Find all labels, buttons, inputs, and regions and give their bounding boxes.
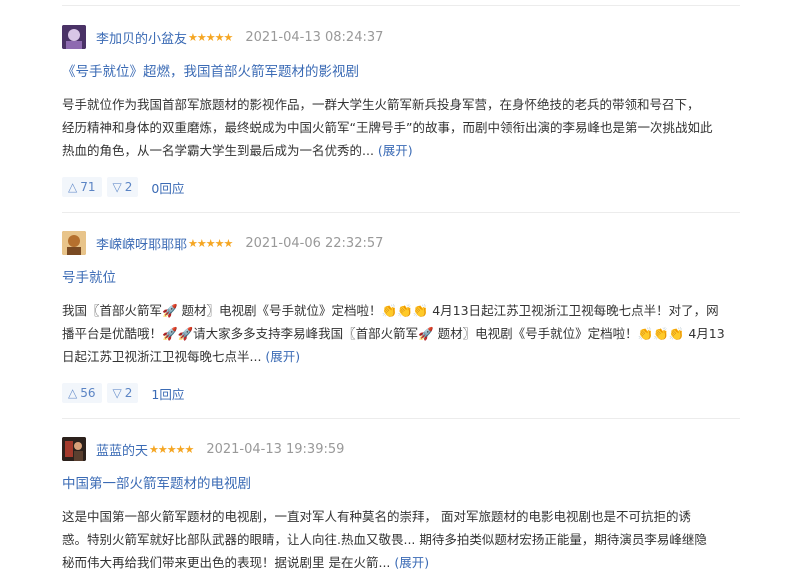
star-rating: ★★★★★ xyxy=(188,30,233,44)
avatar-image xyxy=(62,25,86,49)
review-body: 这是中国第一部火箭军题材的电视剧，一直对军人有种莫名的崇拜， 面对军旅题材的电影… xyxy=(62,505,740,574)
review-time: 2021-04-06 22:32:57 xyxy=(245,235,384,251)
up-triangle-icon: △ xyxy=(68,386,78,400)
avatar-image xyxy=(62,231,86,255)
up-triangle-icon: △ xyxy=(68,180,78,194)
expand-link[interactable]: (展开) xyxy=(378,143,413,158)
review-text-line: 热血的角色，从一名学霸大学生到最后成为一名优秀的... (展开) xyxy=(62,139,740,162)
review-title[interactable]: 中国第一部火箭军题材的电视剧 xyxy=(62,474,740,494)
review-text-tail: 热血的角色，从一名学霸大学生到最后成为一名优秀的... xyxy=(62,143,374,158)
upvote-button[interactable]: △ 56 xyxy=(62,383,102,403)
divider xyxy=(62,418,740,419)
username[interactable]: 李嵘嵘呀耶耶耶 xyxy=(96,234,187,253)
review-text-line: 经历精神和身体的双重磨炼，最终蜕成为中国火箭军“王牌号手”的故事，而剧中领衔出演… xyxy=(62,120,713,135)
review-time: 2021-04-13 19:39:59 xyxy=(206,441,345,457)
expand-link[interactable]: (展开) xyxy=(394,555,429,570)
review-text-line: 惑。特别火箭军就好比部队武器的眼睛，让人向往.热血又敬畏... 期待多拍类似题材… xyxy=(62,532,707,547)
review-title[interactable]: 号手就位 xyxy=(62,268,740,288)
review-list: 李加贝的小盆友 ★★★★★ 2021-04-13 08:24:37 《号手就位》… xyxy=(0,0,802,575)
review-body: 号手就位作为我国首部军旅题材的影视作品，一群大学生火箭军新兵投身军营，在身怀绝技… xyxy=(62,93,740,162)
downvote-count: 2 xyxy=(124,386,133,400)
review-item: 李嵘嵘呀耶耶耶 ★★★★★ 2021-04-06 22:32:57 号手就位 我… xyxy=(62,231,740,403)
review-text-line: 日起江苏卫视浙江卫视每晚七点半... (展开) xyxy=(62,345,740,368)
avatar[interactable] xyxy=(62,437,86,461)
star-rating: ★★★★★ xyxy=(149,442,194,456)
review-header: 蓝蓝的天 ★★★★★ 2021-04-13 19:39:59 xyxy=(62,437,740,461)
avatar[interactable] xyxy=(62,231,86,255)
review-text-tail: 秘而伟大再给我们带来更出色的表现！据说剧里 是在火箭... xyxy=(62,555,391,570)
review-actions: △ 56 ▽ 2 1回应 xyxy=(62,383,740,403)
upvote-count: 71 xyxy=(80,180,96,194)
review-text-line: 号手就位作为我国首部军旅题材的影视作品，一群大学生火箭军新兵投身军营，在身怀绝技… xyxy=(62,97,700,112)
down-triangle-icon: ▽ xyxy=(112,180,122,194)
username[interactable]: 李加贝的小盆友 xyxy=(96,28,187,47)
down-triangle-icon: ▽ xyxy=(112,386,122,400)
upvote-button[interactable]: △ 71 xyxy=(62,177,102,197)
review-text-line: 我国〖首部火箭军🚀 题材〗电视剧《号手就位》定档啦！👏👏👏 4月13日起江苏卫视… xyxy=(62,303,719,318)
divider xyxy=(62,212,740,213)
review-title[interactable]: 《号手就位》超燃，我国首部火箭军题材的影视剧 xyxy=(62,62,740,82)
review-item: 李加贝的小盆友 ★★★★★ 2021-04-13 08:24:37 《号手就位》… xyxy=(62,25,740,197)
avatar[interactable] xyxy=(62,25,86,49)
downvote-button[interactable]: ▽ 2 xyxy=(106,383,139,403)
expand-link[interactable]: (展开) xyxy=(265,349,300,364)
review-text-tail: 日起江苏卫视浙江卫视每晚七点半... xyxy=(62,349,262,364)
review-time: 2021-04-13 08:24:37 xyxy=(245,29,384,45)
upvote-count: 56 xyxy=(80,386,96,400)
review-item: 蓝蓝的天 ★★★★★ 2021-04-13 19:39:59 中国第一部火箭军题… xyxy=(62,437,740,574)
review-text-line: 秘而伟大再给我们带来更出色的表现！据说剧里 是在火箭... (展开) xyxy=(62,551,740,574)
review-header: 李嵘嵘呀耶耶耶 ★★★★★ 2021-04-06 22:32:57 xyxy=(62,231,740,255)
downvote-count: 2 xyxy=(124,180,133,194)
review-text-line: 播平台是优酷哦！🚀🚀请大家多多支持李易峰我国〖首部火箭军🚀 题材〗电视剧《号手就… xyxy=(62,326,725,341)
review-body: 我国〖首部火箭军🚀 题材〗电视剧《号手就位》定档啦！👏👏👏 4月13日起江苏卫视… xyxy=(62,299,740,368)
avatar-image xyxy=(62,437,86,461)
divider xyxy=(62,5,740,6)
reply-link[interactable]: 0回应 xyxy=(151,178,184,197)
downvote-button[interactable]: ▽ 2 xyxy=(106,177,139,197)
reply-link[interactable]: 1回应 xyxy=(151,384,184,403)
review-actions: △ 71 ▽ 2 0回应 xyxy=(62,177,740,197)
review-text-line: 这是中国第一部火箭军题材的电视剧，一直对军人有种莫名的崇拜， 面对军旅题材的电影… xyxy=(62,509,691,524)
star-rating: ★★★★★ xyxy=(188,236,233,250)
username[interactable]: 蓝蓝的天 xyxy=(96,440,148,459)
review-header: 李加贝的小盆友 ★★★★★ 2021-04-13 08:24:37 xyxy=(62,25,740,49)
